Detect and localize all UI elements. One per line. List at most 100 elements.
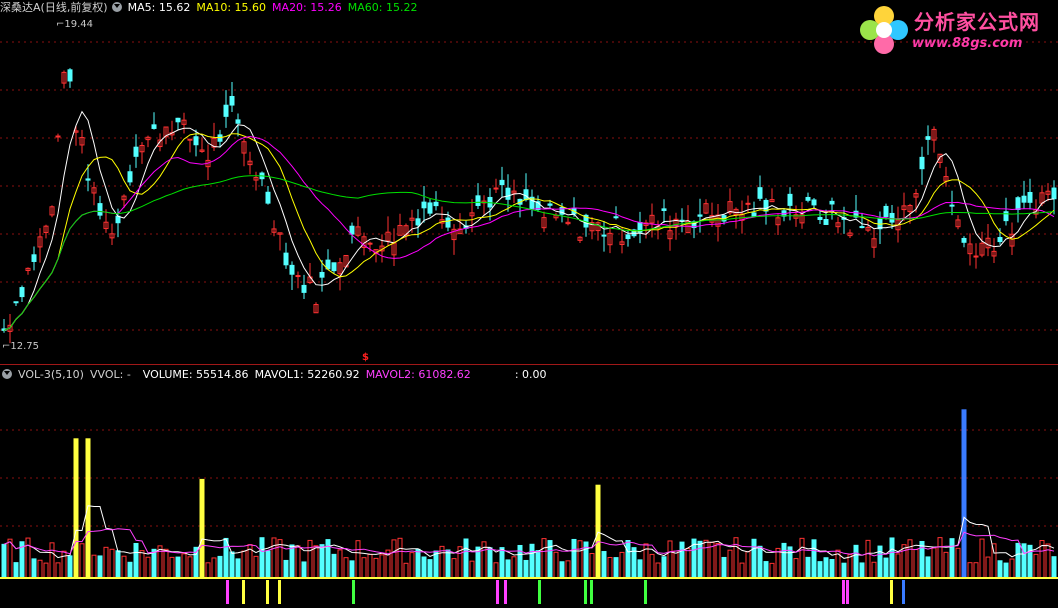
volume-bar bbox=[907, 539, 913, 579]
candle-body bbox=[19, 287, 25, 298]
volume-bar bbox=[949, 538, 955, 579]
candle-body bbox=[1021, 195, 1027, 203]
signal-tick bbox=[496, 580, 499, 604]
volume-bar bbox=[175, 556, 181, 579]
panel-separator bbox=[0, 364, 1058, 365]
volume-bar bbox=[943, 551, 949, 579]
volume-bar bbox=[13, 562, 19, 579]
chart-canvas bbox=[0, 41, 1058, 604]
volume-bar bbox=[823, 557, 829, 579]
volume-bar bbox=[313, 545, 319, 579]
candle-body bbox=[997, 237, 1003, 243]
mavol1-label: MAVOL1: 52260.92 bbox=[254, 368, 360, 381]
volume-bar bbox=[727, 549, 733, 579]
candle-body bbox=[289, 264, 295, 275]
volume-bar bbox=[67, 555, 73, 579]
volume-bar bbox=[73, 438, 79, 579]
volume-bar bbox=[793, 558, 799, 579]
low-price-label: ⌐12.75 bbox=[2, 341, 40, 352]
volume-bar bbox=[1009, 558, 1015, 579]
signal-tick bbox=[590, 580, 593, 604]
volume-bar bbox=[733, 537, 739, 579]
signal-tick bbox=[504, 580, 507, 604]
candle-body bbox=[661, 208, 667, 211]
candle-body bbox=[421, 201, 427, 209]
volume-bar bbox=[43, 562, 49, 579]
flower-logo-icon bbox=[860, 6, 908, 54]
volume-bar bbox=[277, 539, 283, 579]
volume-bar bbox=[493, 562, 499, 579]
high-price-label: ⌐19.44 bbox=[56, 19, 94, 30]
volume-label: VOLUME: 55514.86 bbox=[142, 368, 249, 381]
volume-bar bbox=[679, 541, 685, 579]
candle-body bbox=[787, 193, 793, 206]
volume-bar bbox=[379, 554, 385, 579]
volume-bar bbox=[373, 557, 379, 579]
candle-body bbox=[763, 199, 769, 212]
dropdown-circle-icon[interactable] bbox=[111, 2, 122, 12]
candle-body bbox=[601, 234, 607, 237]
volume-bar bbox=[625, 540, 631, 579]
candle-body bbox=[331, 262, 337, 272]
volume-bar bbox=[913, 548, 919, 579]
volume-bar bbox=[715, 542, 721, 579]
stock-title: 深桑达A(日线,前复权) bbox=[0, 1, 108, 14]
volume-bar bbox=[319, 544, 325, 579]
volume-bar bbox=[967, 562, 973, 579]
volume-bar bbox=[445, 549, 451, 579]
volume-bar bbox=[541, 538, 547, 579]
volume-bar bbox=[805, 556, 811, 579]
volume-bar bbox=[1045, 543, 1051, 579]
site-logo: 分析家公式网 www.88gs.com bbox=[856, 2, 1052, 60]
volume-bar bbox=[559, 561, 565, 579]
candle-body bbox=[625, 234, 631, 240]
volume-bar bbox=[433, 550, 439, 579]
price-header: 深桑达A(日线,前复权) MA5: 15.62 MA10: 15.60 MA20: 1… bbox=[0, 0, 423, 16]
candle-body bbox=[127, 171, 133, 183]
volume-bar bbox=[37, 559, 43, 579]
volume-bar bbox=[613, 557, 619, 579]
candle-body bbox=[859, 226, 865, 229]
candle-body bbox=[433, 201, 439, 207]
volume-bar bbox=[121, 555, 127, 579]
candle-body bbox=[223, 104, 229, 117]
volume-bar bbox=[325, 539, 331, 579]
volume-bar bbox=[937, 537, 943, 579]
volume-bar bbox=[271, 537, 277, 579]
volume-bar bbox=[535, 550, 541, 579]
volume-bar bbox=[301, 561, 307, 579]
candle-body bbox=[193, 136, 199, 146]
volume-bar bbox=[355, 540, 361, 579]
signal-tick bbox=[278, 580, 281, 604]
volume-bar bbox=[265, 550, 271, 579]
volume-bar bbox=[241, 550, 247, 579]
candle-body bbox=[949, 204, 955, 207]
candle-body bbox=[1015, 197, 1021, 210]
volume-bar bbox=[61, 550, 67, 579]
volume-bar bbox=[763, 561, 769, 579]
volume-bar bbox=[85, 438, 91, 579]
volume-bar bbox=[397, 537, 403, 579]
volume-bar bbox=[217, 555, 223, 579]
volume-bar bbox=[31, 558, 37, 579]
volume-bar bbox=[253, 555, 259, 579]
volume-bar bbox=[925, 556, 931, 579]
candle-body bbox=[1003, 211, 1009, 222]
volume-bar bbox=[667, 540, 673, 579]
volume-bar bbox=[367, 553, 373, 579]
dropdown-circle-icon[interactable] bbox=[2, 369, 12, 379]
candle-body bbox=[883, 205, 889, 218]
volume-bar bbox=[1033, 553, 1039, 579]
volume-bar bbox=[571, 538, 577, 579]
volume-bar bbox=[895, 553, 901, 579]
candle-body bbox=[805, 196, 811, 201]
volume-bar bbox=[829, 559, 835, 579]
volume-bar bbox=[817, 561, 823, 579]
candle-body bbox=[505, 187, 511, 200]
volume-bar bbox=[163, 548, 169, 579]
candle-body bbox=[523, 189, 529, 201]
volume-bar bbox=[361, 557, 367, 579]
volume-bar bbox=[655, 562, 661, 579]
volume-bar bbox=[1021, 543, 1027, 579]
signal-tick bbox=[846, 580, 849, 604]
